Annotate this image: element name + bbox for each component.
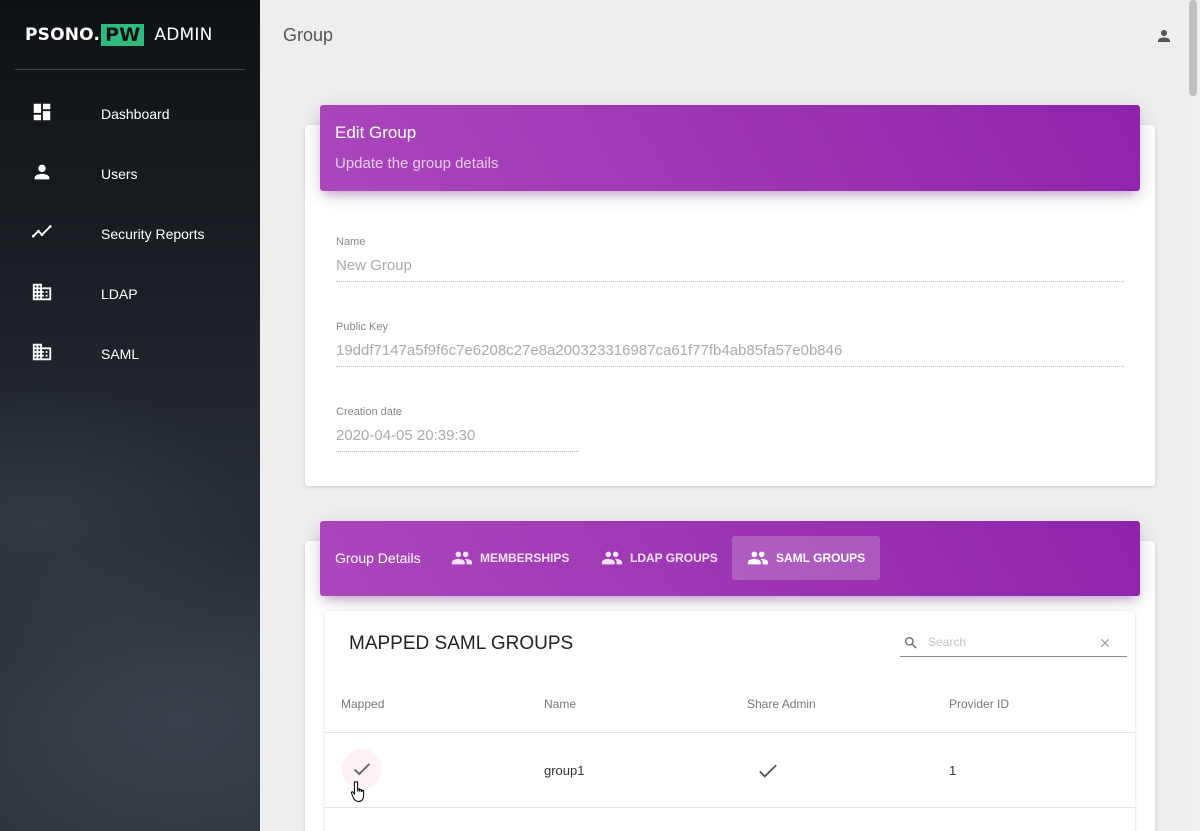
sidebar-item-security-reports[interactable]: Security Reports [0,204,260,264]
page-title: Group [283,25,334,45]
saml-groups-table: MAPPED SAML GROUPS Mapped Name Share Adm… [325,611,1135,831]
building-icon [32,343,52,361]
public-key-field-label: Public Key [336,321,388,333]
tab-saml-groups[interactable]: SAML GROUPS [732,536,881,580]
sidebar-item-saml[interactable]: SAML [0,324,260,384]
name-field-value: New Group [336,257,1124,282]
sidebar: PSONO. PW ADMIN Dashboard Users Security… [0,0,260,831]
provider-id-cell: 1 [949,763,957,778]
scrollbar-thumb[interactable] [1189,0,1197,96]
sidebar-item-users[interactable]: Users [0,144,260,204]
page-scrollbar[interactable] [1186,0,1200,831]
column-header-name[interactable]: Name [544,697,576,711]
sidebar-item-label: Users [101,166,138,182]
sidebar-item-label: Dashboard [101,106,170,122]
dashboard-icon [33,103,51,121]
sidebar-item-label: SAML [101,346,140,362]
timeline-icon [31,225,52,238]
building-icon [32,283,52,301]
tab-label: SAML GROUPS [776,551,866,565]
tab-ldap-groups[interactable]: LDAP GROUPS [586,536,733,580]
check-icon [354,763,370,776]
group-name-cell: group1 [544,763,585,778]
group-details-title: Group Details [335,550,421,566]
group-details-header: Group Details MEMBERSHIPS LDAP GROUPS SA… [320,521,1140,596]
tab-label: MEMBERSHIPS [480,551,570,565]
card-title: Edit Group [335,123,417,142]
name-field: Name New Group [336,236,1124,282]
name-field-label: Name [336,236,366,248]
public-key-field-value: 19ddf7147a5f9f6c7e6208c27e8a200323316987… [336,342,1124,367]
card-subtitle: Update the group details [335,155,499,172]
edit-group-header: Edit Group Update the group details [320,105,1140,191]
sidebar-item-ldap[interactable]: LDAP [0,264,260,324]
group-icon [451,551,473,565]
public-key-field: Public Key 19ddf7147a5f9f6c7e6208c27e8a2… [336,321,1124,367]
brand-badge: PW [101,23,145,46]
column-header-share-admin[interactable]: Share Admin [747,697,816,711]
brand-suffix: ADMIN [154,24,213,45]
creation-date-field: Creation date 2020-04-05 20:39:30 [336,406,579,452]
tab-label: LDAP GROUPS [630,551,718,565]
row-divider [325,732,1135,733]
column-header-mapped[interactable]: Mapped [341,697,384,711]
hand-cursor-icon [350,781,365,803]
brand-logo[interactable]: PSONO. PW ADMIN [15,0,245,70]
sidebar-item-label: Security Reports [101,226,205,242]
search-box [900,631,1127,657]
tab-memberships[interactable]: MEMBERSHIPS [436,536,584,580]
row-divider [325,807,1135,808]
creation-date-field-label: Creation date [336,406,403,418]
column-header-provider-id[interactable]: Provider ID [949,697,1009,711]
sidebar-item-dashboard[interactable]: Dashboard [0,84,260,144]
person-icon[interactable] [1155,27,1173,45]
sidebar-item-label: LDAP [101,286,138,302]
brand-name: PSONO. [25,24,101,45]
check-icon [759,764,777,778]
table-title: MAPPED SAML GROUPS [349,633,574,654]
sidebar-nav: Dashboard Users Security Reports LDAP SA… [0,84,260,384]
close-icon[interactable] [1098,636,1112,650]
person-icon [34,164,50,180]
creation-date-field-value: 2020-04-05 20:39:30 [336,427,579,452]
group-icon [601,551,623,565]
search-input[interactable] [928,635,1093,649]
group-icon [747,551,769,565]
search-icon [905,637,917,649]
